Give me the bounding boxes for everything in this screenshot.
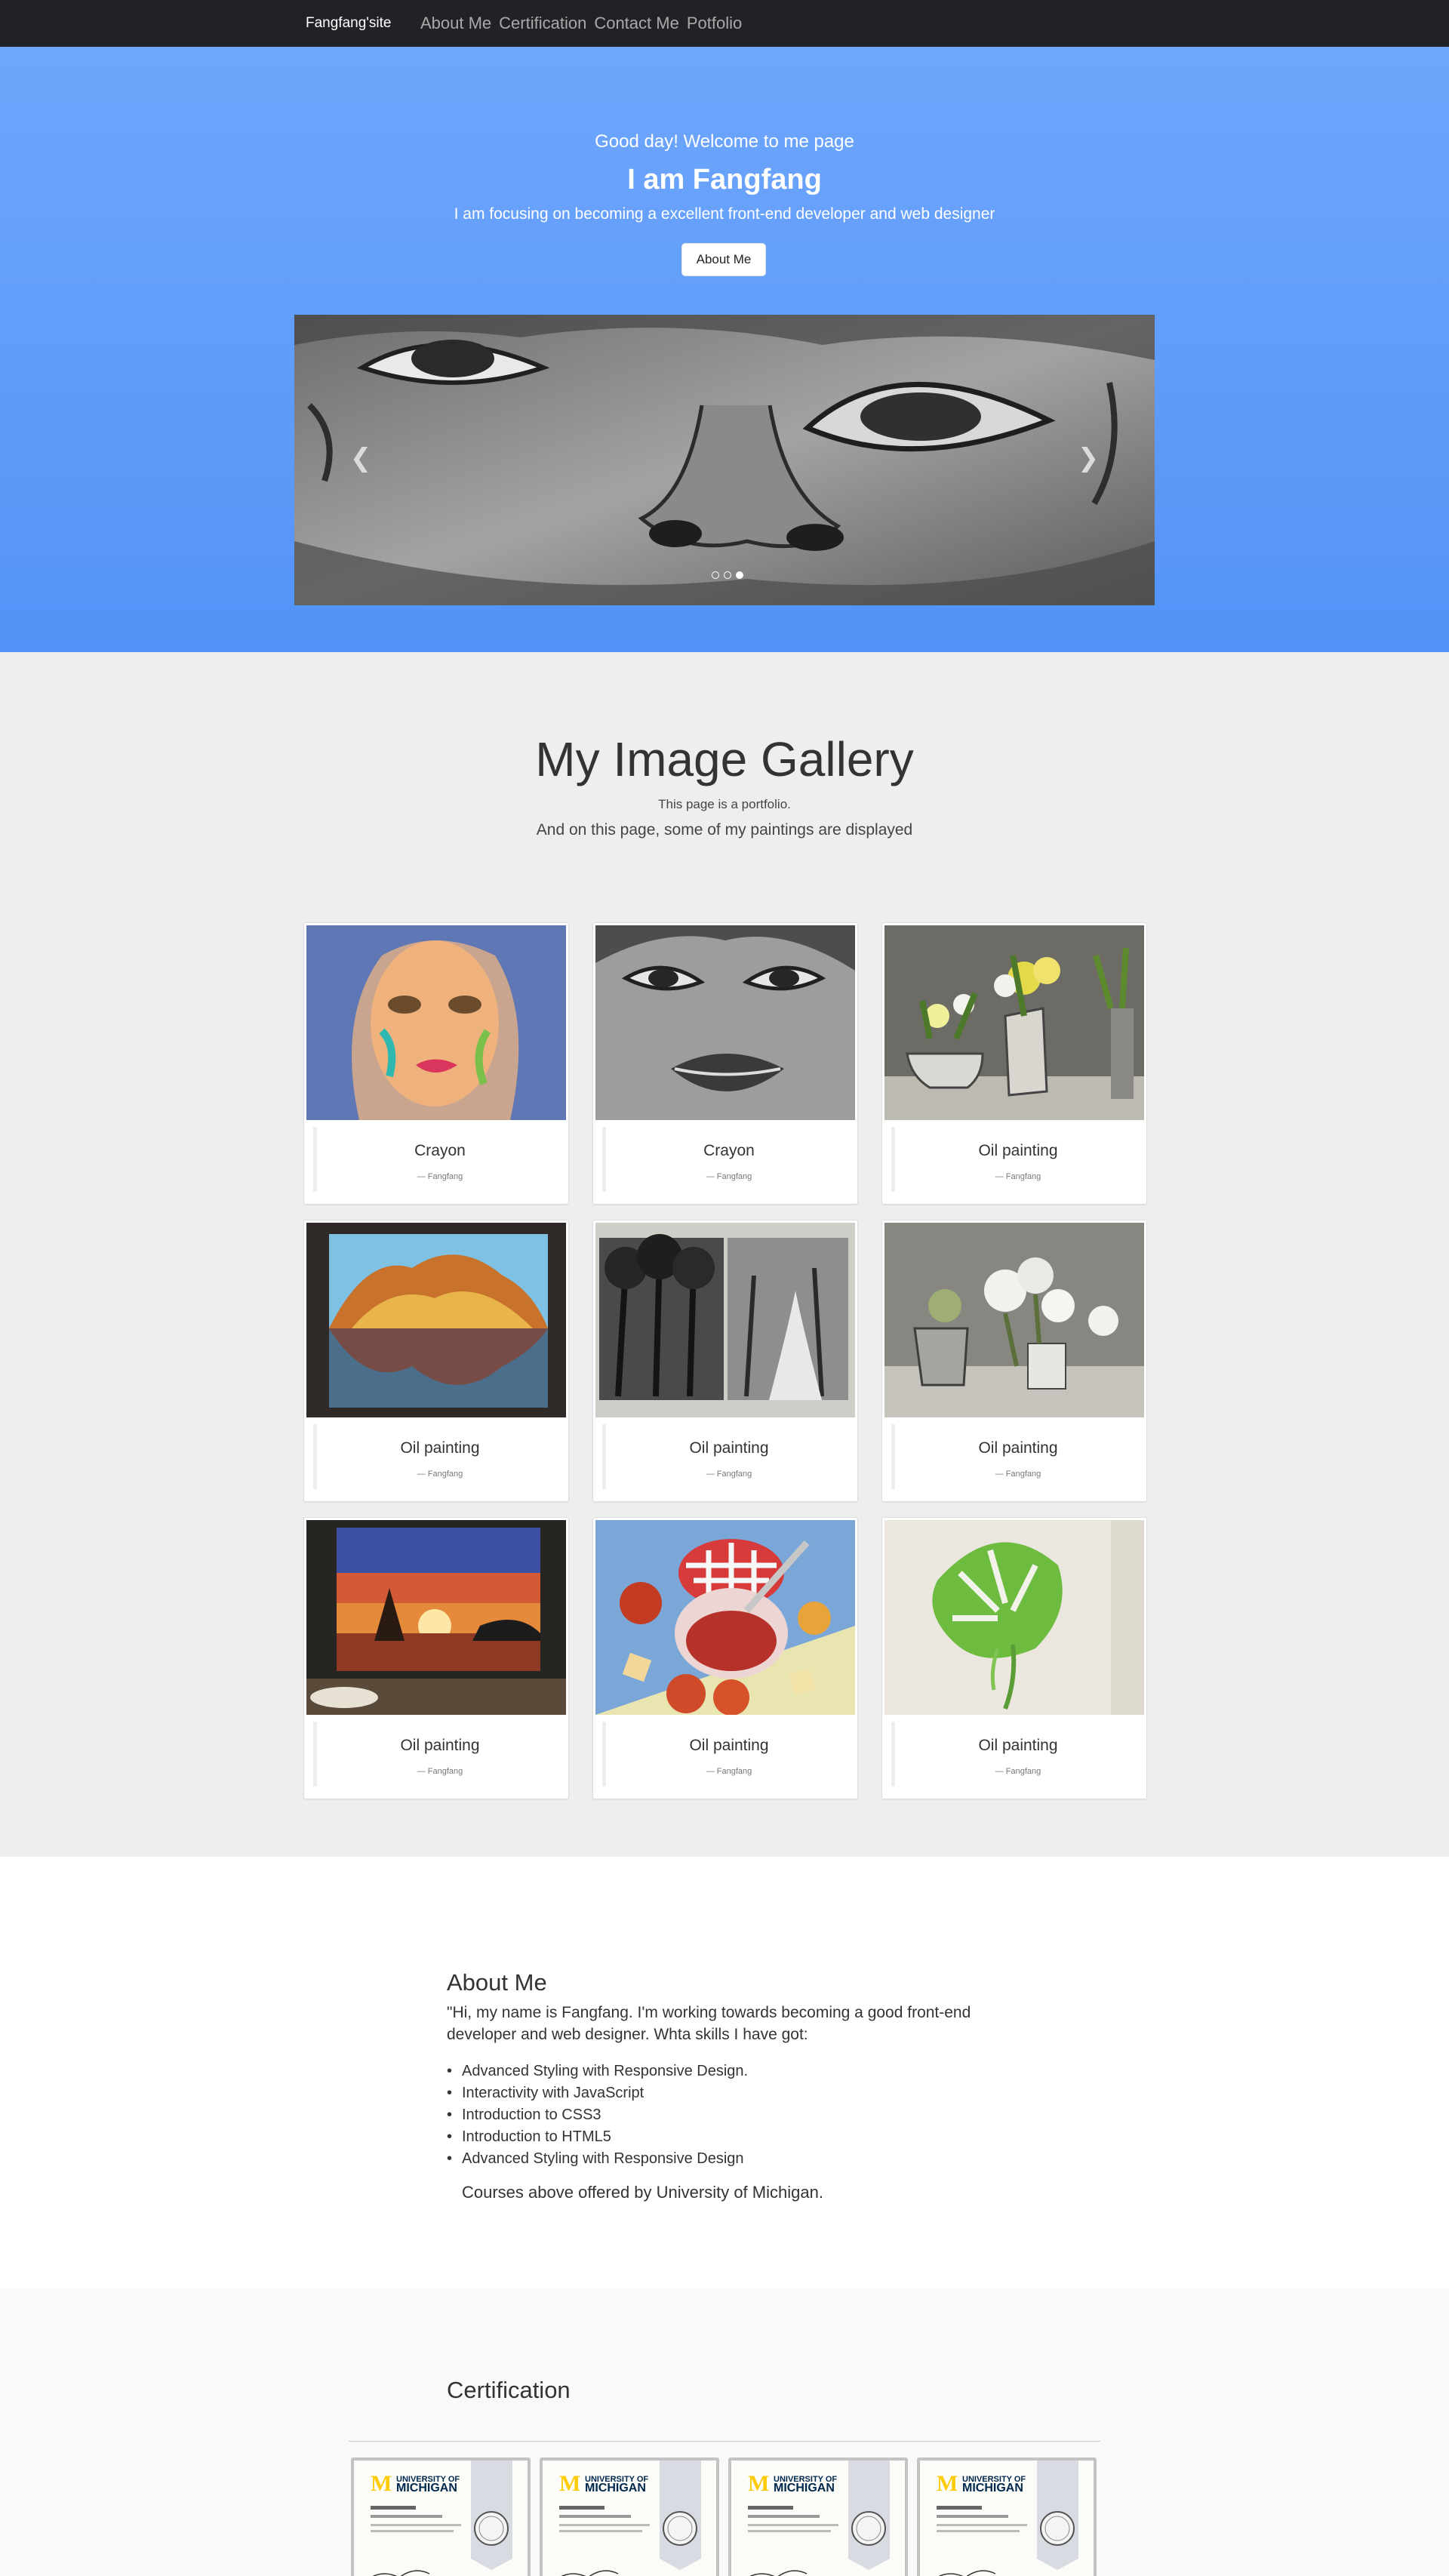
nav-link-certification[interactable]: Certification (499, 0, 586, 47)
gallery-subtitle: This page is a portfolio. (658, 797, 791, 811)
card-caption-block: Crayon — Fangfang (602, 1127, 848, 1192)
painting-author: — Fangfang (706, 1767, 752, 1776)
painting-image (884, 925, 1144, 1120)
gallery-lead: And on this page, some of my paintings a… (536, 821, 913, 839)
painting-author: — Fangfang (706, 1172, 752, 1181)
divider (349, 2441, 1100, 2442)
painting-author: — Fangfang (417, 1470, 463, 1479)
gallery-card[interactable]: Oil painting — Fangfang (303, 1220, 569, 1502)
painting-author: — Fangfang (995, 1470, 1041, 1479)
issuer-name: MICHIGAN (774, 2482, 835, 2494)
about-title: About Me (447, 1969, 547, 1996)
painting-caption: Oil painting (689, 1737, 769, 1754)
carousel-indicator-active[interactable] (736, 571, 743, 579)
gallery-card[interactable]: Oil painting — Fangfang (592, 1517, 858, 1799)
certificate-card[interactable]: M UNIVERSITY OF MICHIGAN (728, 2458, 908, 2576)
gallery-card[interactable]: Oil painting — Fangfang (592, 1220, 858, 1502)
about-me-button[interactable]: About Me (681, 243, 766, 276)
certificate-card[interactable]: M UNIVERSITY OF MICHIGAN (540, 2458, 719, 2576)
painting-caption: Oil painting (400, 1439, 480, 1457)
painting-image (306, 925, 566, 1120)
skill-item: Introduction to HTML5 (447, 2126, 990, 2148)
carousel-indicator[interactable] (712, 571, 719, 579)
card-caption-block: Oil painting — Fangfang (313, 1722, 559, 1787)
michigan-m-icon: M (748, 2471, 770, 2496)
painting-caption: Oil painting (689, 1439, 769, 1457)
chevron-left-icon: ❮ (349, 444, 372, 472)
painting-author: — Fangfang (417, 1172, 463, 1181)
issuer-name: MICHIGAN (396, 2482, 457, 2494)
gallery-card[interactable]: Oil painting — Fangfang (881, 922, 1147, 1205)
gallery-card[interactable]: Oil painting — Fangfang (881, 1517, 1147, 1799)
painting-caption: Crayon (414, 1142, 466, 1159)
painting-author: — Fangfang (706, 1470, 752, 1479)
certification-section: Certification M UNIVERSITY OF MICHIGAN M… (0, 2288, 1449, 2576)
certificate-card[interactable]: M UNIVERSITY OF MICHIGAN (351, 2458, 531, 2576)
skill-item: Interactivity with JavaScript (447, 2082, 990, 2104)
skills-list: Advanced Styling with Responsive Design.… (447, 2060, 990, 2170)
carousel-next-control[interactable]: ❯ (1058, 428, 1118, 488)
gallery-title: My Image Gallery (535, 732, 914, 786)
gallery-card[interactable]: Oil painting — Fangfang (303, 1517, 569, 1799)
carousel[interactable]: ❮ ❯ (294, 315, 1155, 605)
gallery-card[interactable]: Crayon — Fangfang (592, 922, 858, 1205)
gallery-card[interactable]: Crayon — Fangfang (303, 922, 569, 1205)
issuer-name: MICHIGAN (585, 2482, 646, 2494)
certification-title: Certification (447, 2377, 571, 2403)
painting-caption: Crayon (703, 1142, 755, 1159)
nav-links: About Me Certification Contact Me Potfol… (420, 0, 742, 47)
michigan-m-icon: M (559, 2471, 581, 2496)
brand-link[interactable]: Fangfang'site (306, 0, 391, 47)
skill-item: Advanced Styling with Responsive Design. (447, 2060, 990, 2082)
issuer-name: MICHIGAN (962, 2482, 1023, 2494)
nav-link-portfolio[interactable]: Potfolio (687, 0, 742, 47)
painting-image (306, 1223, 566, 1417)
carousel-prev-control[interactable]: ❮ (331, 428, 391, 488)
painting-image (884, 1520, 1144, 1715)
hero-title: I am Fangfang (627, 164, 822, 195)
michigan-m-icon: M (937, 2471, 958, 2496)
carousel-indicator[interactable] (724, 571, 731, 579)
painting-caption: Oil painting (978, 1737, 1058, 1754)
painting-author: — Fangfang (995, 1172, 1041, 1181)
painting-image (595, 1223, 855, 1417)
carousel-slide-image (294, 315, 1155, 605)
card-caption-block: Oil painting — Fangfang (891, 1424, 1137, 1489)
carousel-indicators (712, 571, 743, 579)
nav-link-contact-me[interactable]: Contact Me (594, 0, 679, 47)
skill-item: Introduction to CSS3 (447, 2104, 990, 2126)
painting-caption: Oil painting (978, 1142, 1058, 1159)
painting-image (595, 1520, 855, 1715)
about-intro: "Hi, my name is Fangfang. I'm working to… (447, 2004, 971, 2043)
painting-caption: Oil painting (978, 1439, 1058, 1457)
courses-note: Courses above offered by University of M… (462, 2183, 823, 2202)
about-section: About Me "Hi, my name is Fangfang. I'm w… (0, 1857, 1449, 2288)
navbar: Fangfang'site About Me Certification Con… (0, 0, 1449, 47)
painting-image (306, 1520, 566, 1715)
hero-greeting: Good day! Welcome to me page (595, 131, 854, 152)
card-caption-block: Oil painting — Fangfang (891, 1127, 1137, 1192)
painting-author: — Fangfang (417, 1767, 463, 1776)
card-caption-block: Oil painting — Fangfang (602, 1722, 848, 1787)
card-caption-block: Oil painting — Fangfang (891, 1722, 1137, 1787)
nav-link-about-me[interactable]: About Me (420, 0, 491, 47)
michigan-m-icon: M (371, 2471, 392, 2496)
card-caption-block: Crayon — Fangfang (313, 1127, 559, 1192)
card-caption-block: Oil painting — Fangfang (313, 1424, 559, 1489)
painting-image (884, 1223, 1144, 1417)
painting-caption: Oil painting (400, 1737, 480, 1754)
skill-item: Advanced Styling with Responsive Design (447, 2148, 990, 2170)
painting-image (595, 925, 855, 1120)
certificate-card[interactable]: M UNIVERSITY OF MICHIGAN (917, 2458, 1097, 2576)
card-caption-block: Oil painting — Fangfang (602, 1424, 848, 1489)
hero-section: Good day! Welcome to me page I am Fangfa… (0, 47, 1449, 652)
painting-author: — Fangfang (995, 1767, 1041, 1776)
chevron-right-icon: ❯ (1077, 444, 1100, 472)
hero-subtitle: I am focusing on becoming a excellent fr… (454, 205, 995, 223)
gallery-card[interactable]: Oil painting — Fangfang (881, 1220, 1147, 1502)
gallery-section: My Image Gallery This page is a portfoli… (0, 652, 1449, 1857)
